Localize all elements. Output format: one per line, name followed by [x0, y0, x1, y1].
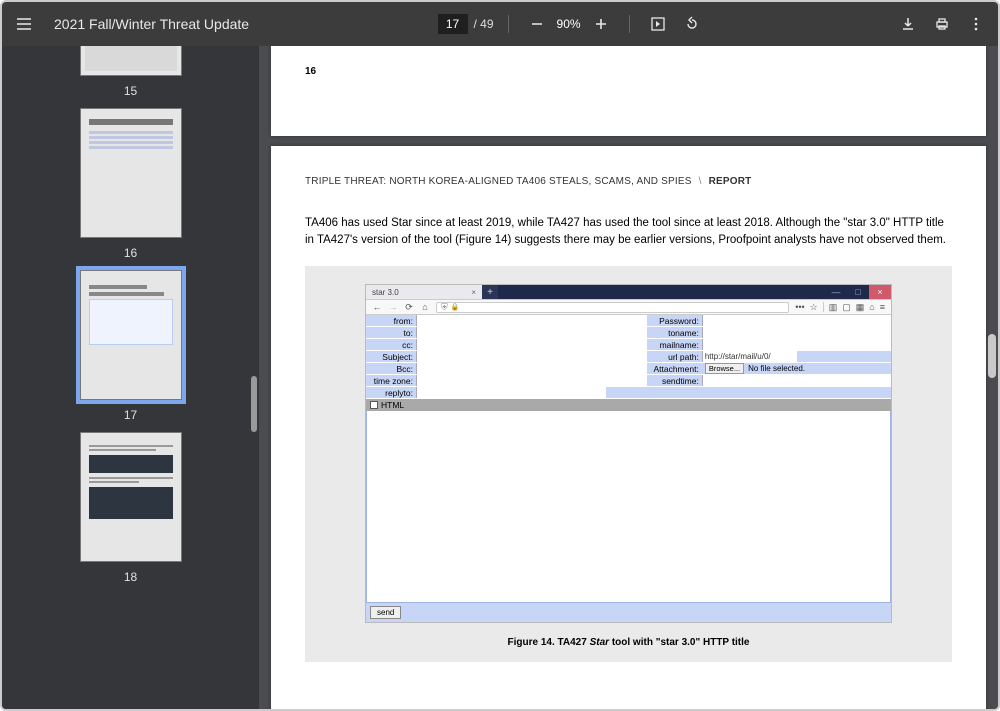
sendtime-input [702, 375, 891, 386]
html-checkbox [370, 401, 378, 409]
thumbnail-label: 16 [80, 246, 182, 260]
mailname-input [702, 339, 891, 350]
minimize-icon: — [825, 285, 847, 299]
page-current: TRIPLE THREAT: NORTH KOREA-ALIGNED TA406… [271, 146, 986, 709]
browser-tab: star 3.0 × [366, 285, 482, 299]
menu-icon[interactable] [10, 10, 38, 38]
account-icon: ⌂ [869, 302, 874, 312]
rotate-icon[interactable] [678, 10, 706, 38]
fit-page-icon[interactable] [644, 10, 672, 38]
reload-icon: ⟳ [404, 302, 414, 313]
attachment-label: Attachment: [647, 363, 702, 374]
lock-icon: 🔒 [451, 303, 460, 311]
password-label: Password: [647, 315, 702, 326]
urlpath-input: http://star/mail/u/0/ [702, 351, 797, 362]
pdf-toolbar: 2021 Fall/Winter Threat Update / 49 90% [2, 2, 998, 46]
more-icon[interactable] [962, 10, 990, 38]
browser-window: star 3.0 × + — □ × [365, 284, 892, 623]
browse-button: Browse... [705, 363, 744, 374]
page-total: / 49 [474, 17, 494, 31]
thumbnail[interactable]: 15 [80, 46, 182, 104]
sendtime-label: sendtime: [647, 375, 702, 386]
timezone-label: time zone: [366, 375, 416, 386]
print-icon[interactable] [928, 10, 956, 38]
zoom-out-icon[interactable] [523, 10, 551, 38]
mail-body-editor [366, 411, 891, 603]
to-label: to: [366, 327, 416, 338]
thumbnail-label: 17 [80, 408, 182, 422]
thumbnail[interactable]: 16 [80, 108, 182, 266]
board-icon: ▦ [856, 302, 865, 313]
close-icon: × [869, 285, 891, 299]
toname-input [702, 327, 891, 338]
library-icon: ▥ [829, 302, 838, 313]
subject-label: Subject: [366, 351, 416, 362]
bookmark-icon: ▢ [842, 302, 851, 313]
page-previous: 16 [271, 46, 986, 136]
maximize-icon: □ [847, 285, 869, 299]
password-input [702, 315, 891, 326]
page-view[interactable]: 16 TRIPLE THREAT: NORTH KOREA-ALIGNED TA… [259, 46, 998, 709]
window-scrollbar[interactable] [988, 334, 996, 378]
bcc-label: Bcc: [366, 363, 416, 374]
page-controls: / 49 [438, 14, 494, 34]
thumbnail[interactable]: 17 [80, 270, 182, 428]
cc-input [416, 339, 647, 350]
body-paragraph: TA406 has used Star since at least 2019,… [305, 215, 952, 248]
thumbnail[interactable]: 18 [80, 432, 182, 590]
html-label: HTML [381, 400, 404, 410]
zoom-level: 90% [557, 17, 581, 31]
from-label: from: [366, 315, 416, 326]
star-icon: ☆ [810, 302, 818, 313]
toname-label: toname: [647, 327, 702, 338]
figure-caption: Figure 14. TA427 Star tool with "star 3.… [365, 637, 892, 648]
thumbnail-label: 15 [80, 84, 182, 98]
thumbnail-label: 18 [80, 570, 182, 584]
replyto-input [416, 387, 606, 398]
page-number-input[interactable] [438, 14, 468, 34]
bcc-input [416, 363, 647, 374]
sidebar-scrollbar[interactable] [251, 376, 257, 432]
html-toggle-row: HTML [366, 399, 891, 411]
shield-icon: ⛨ [441, 302, 448, 313]
no-file-label: No file selected. [748, 364, 805, 373]
forward-icon: → [388, 302, 398, 312]
urlpath-label: url path: [647, 351, 702, 362]
mailname-label: mailname: [647, 339, 702, 350]
send-button: send [370, 606, 401, 619]
home-icon: ⌂ [420, 302, 430, 312]
to-input [416, 327, 647, 338]
zoom-in-icon[interactable] [587, 10, 615, 38]
from-input [416, 315, 647, 326]
replyto-label: replyto: [366, 387, 416, 398]
figure: star 3.0 × + — □ × [305, 266, 952, 662]
page-header: TRIPLE THREAT: NORTH KOREA-ALIGNED TA406… [305, 176, 952, 187]
document-title: 2021 Fall/Winter Threat Update [54, 16, 249, 32]
dots-icon: ••• [795, 302, 804, 312]
new-tab-icon: + [482, 285, 498, 299]
tab-close-icon: × [471, 288, 476, 297]
back-icon: ← [372, 302, 382, 312]
thumbnail-sidebar: 15 16 17 18 [2, 46, 259, 709]
mail-form: from: to: cc: Subject: Bcc: time zone: P… [366, 315, 891, 387]
zoom-controls: 90% [523, 10, 615, 38]
timezone-input [416, 375, 647, 386]
download-icon[interactable] [894, 10, 922, 38]
subject-input [416, 351, 647, 362]
url-bar: ⛨ 🔒 [436, 302, 789, 313]
cc-label: cc: [366, 339, 416, 350]
tab-title: star 3.0 [372, 288, 399, 297]
page-number: 16 [305, 66, 952, 77]
hamburger-icon: ≡ [880, 302, 885, 312]
